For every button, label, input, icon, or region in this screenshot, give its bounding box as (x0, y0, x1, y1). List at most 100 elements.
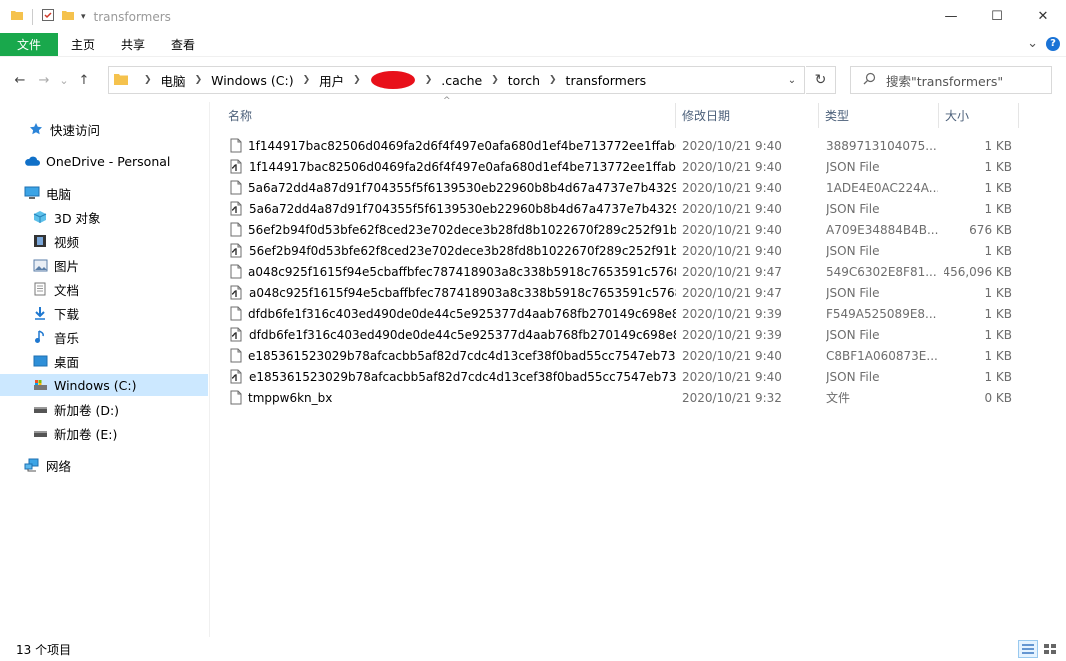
customize-quick-access-icon[interactable]: ▾ (81, 12, 86, 22)
refresh-button[interactable]: ↻ (806, 66, 836, 94)
file-row[interactable]: e185361523029b78afcacbb5af82d7cdc4d13cef… (222, 366, 1022, 387)
file-name-cell[interactable]: 5a6a72dd4a87d91f704355f5f6139530eb22960b… (230, 198, 676, 219)
breadcrumb-transformers[interactable]: transformers (566, 73, 647, 88)
file-name-cell[interactable]: tmppw6kn_bx (230, 387, 676, 408)
sidebar-item-downloads[interactable]: 下载 (0, 302, 208, 324)
breadcrumb-separator[interactable]: ❯ (195, 75, 203, 85)
back-button[interactable]: ← (8, 68, 32, 92)
column-header-date-modified[interactable]: 修改日期 (676, 103, 819, 128)
file-icon (230, 138, 242, 153)
breadcrumb-drive-c[interactable]: Windows (C:) (211, 73, 293, 88)
large-icons-view-button[interactable] (1040, 640, 1060, 658)
file-type: JSON File (826, 243, 880, 258)
breadcrumb-separator[interactable]: ❯ (425, 75, 433, 85)
expand-ribbon-icon[interactable]: ⌄ (1027, 36, 1038, 51)
sidebar-item-drive-e[interactable]: 新加卷 (E:) (0, 422, 208, 444)
picture-icon (32, 258, 48, 272)
file-name: 5a6a72dd4a87d91f704355f5f6139530eb22960b… (249, 201, 676, 216)
tab-view[interactable]: 查看 (158, 33, 208, 56)
sidebar-item-documents[interactable]: 文档 (0, 278, 208, 300)
film-icon (32, 234, 48, 248)
sidebar-item-drive-d[interactable]: 新加卷 (D:) (0, 398, 208, 420)
file-row[interactable]: 1f144917bac82506d0469fa2d6f4f497e0afa680… (222, 135, 1022, 156)
tab-file[interactable]: 文件 (0, 33, 58, 56)
file-row[interactable]: 1f144917bac82506d0469fa2d6f4f497e0afa680… (222, 156, 1022, 177)
maximize-button[interactable]: ☐ (974, 0, 1020, 33)
sidebar-item-onedrive[interactable]: OneDrive - Personal (0, 150, 208, 172)
tab-home[interactable]: 主页 (58, 33, 108, 56)
file-name-cell[interactable]: dfdb6fe1f316c403ed490de0de44c5e925377d4a… (230, 303, 676, 324)
file-row[interactable]: e185361523029b78afcacbb5af82d7cdc4d13cef… (222, 345, 1022, 366)
file-name-cell[interactable]: 56ef2b94f0d53bfe62f8ced23e702dece3b28fd8… (230, 240, 676, 261)
details-view-button[interactable] (1018, 640, 1038, 658)
search-box[interactable]: 搜索"transformers" (850, 66, 1052, 94)
search-input[interactable]: 搜索"transformers" (886, 71, 1003, 90)
file-row[interactable]: a048c925f1615f94e5cbaffbfec787418903a8c3… (222, 282, 1022, 303)
file-name-cell[interactable]: e185361523029b78afcacbb5af82d7cdc4d13cef… (230, 345, 676, 366)
file-name-cell[interactable]: 5a6a72dd4a87d91f704355f5f6139530eb22960b… (230, 177, 676, 198)
breadcrumb-username-redacted[interactable] (370, 70, 416, 90)
file-row[interactable]: dfdb6fe1f316c403ed490de0de44c5e925377d4a… (222, 303, 1022, 324)
breadcrumb-cache[interactable]: .cache (441, 73, 482, 88)
file-name-cell[interactable]: 1f144917bac82506d0469fa2d6f4f497e0afa680… (230, 135, 676, 156)
file-row[interactable]: a048c925f1615f94e5cbaffbfec787418903a8c3… (222, 261, 1022, 282)
breadcrumb-users[interactable]: 用户 (319, 71, 344, 90)
file-name: a048c925f1615f94e5cbaffbfec787418903a8c3… (249, 285, 676, 300)
file-row[interactable]: 5a6a72dd4a87d91f704355f5f6139530eb22960b… (222, 177, 1022, 198)
sidebar-item-3d-objects[interactable]: 3D 对象 (0, 206, 208, 228)
file-date: 2020/10/21 9:40 (682, 159, 782, 174)
file-list: 1f144917bac82506d0469fa2d6f4f497e0afa680… (222, 135, 1022, 408)
tab-share[interactable]: 共享 (108, 33, 158, 56)
help-icon[interactable]: ? (1046, 36, 1060, 51)
file-size: 1 KB (984, 348, 1012, 363)
sidebar-item-pictures[interactable]: 图片 (0, 254, 208, 276)
properties-icon[interactable] (41, 8, 55, 25)
breadcrumb-separator[interactable]: ❯ (144, 75, 152, 85)
breadcrumb-separator[interactable]: ❯ (353, 75, 361, 85)
column-header-name[interactable]: 名称 (222, 103, 676, 128)
file-name-cell[interactable]: e185361523029b78afcacbb5af82d7cdc4d13cef… (230, 366, 676, 387)
file-size: 1 KB (984, 180, 1012, 195)
file-name: dfdb6fe1f316c403ed490de0de44c5e925377d4a… (249, 327, 676, 342)
sidebar-item-computer[interactable]: 电脑 (0, 182, 208, 204)
sidebar-item-network[interactable]: 网络 (0, 454, 208, 476)
file-size: 0 KB (984, 390, 1012, 405)
download-icon (32, 306, 48, 320)
file-row[interactable]: dfdb6fe1f316c403ed490de0de44c5e925377d4a… (222, 324, 1022, 345)
file-name-cell[interactable]: a048c925f1615f94e5cbaffbfec787418903a8c3… (230, 282, 676, 303)
sidebar-item-drive-c[interactable]: Windows (C:) (0, 374, 208, 396)
recent-locations-button[interactable]: ⌄ (56, 68, 72, 92)
sidebar-item-music[interactable]: 音乐 (0, 326, 208, 348)
file-row[interactable]: tmppw6kn_bx 2020/10/21 9:32 文件 0 KB (222, 387, 1022, 408)
file-name: 1f144917bac82506d0469fa2d6f4f497e0afa680… (249, 159, 676, 174)
breadcrumb-separator[interactable]: ❯ (491, 75, 499, 85)
address-dropdown-icon[interactable]: ⌄ (780, 67, 804, 93)
sidebar-item-desktop[interactable]: 桌面 (0, 350, 208, 372)
forward-button[interactable]: → (32, 68, 56, 92)
file-name: e185361523029b78afcacbb5af82d7cdc4d13cef… (248, 348, 676, 363)
breadcrumb-torch[interactable]: torch (508, 73, 540, 88)
breadcrumb-separator[interactable]: ❯ (303, 75, 311, 85)
file-name: e185361523029b78afcacbb5af82d7cdc4d13cef… (249, 369, 676, 384)
sidebar-item-quick-access[interactable]: 快速访问 (0, 118, 208, 140)
file-row[interactable]: 56ef2b94f0d53bfe62f8ced23e702dece3b28fd8… (222, 219, 1022, 240)
address-bar[interactable]: ❯ 电脑 ❯ Windows (C:) ❯ 用户 ❯ ❯ .cache ❯ to… (108, 66, 805, 94)
file-row[interactable]: 5a6a72dd4a87d91f704355f5f6139530eb22960b… (222, 198, 1022, 219)
file-row[interactable]: 56ef2b94f0d53bfe62f8ced23e702dece3b28fd8… (222, 240, 1022, 261)
new-folder-icon[interactable] (61, 8, 75, 25)
breadcrumb-computer[interactable]: 电脑 (161, 71, 186, 90)
breadcrumb-separator[interactable]: ❯ (549, 75, 557, 85)
file-name-cell[interactable]: 56ef2b94f0d53bfe62f8ced23e702dece3b28fd8… (230, 219, 676, 240)
file-name-cell[interactable]: a048c925f1615f94e5cbaffbfec787418903a8c3… (230, 261, 676, 282)
file-type: JSON File (826, 159, 880, 174)
column-header-type[interactable]: 类型 (819, 103, 939, 128)
column-header-size[interactable]: 大小 (939, 103, 1019, 128)
sidebar-item-videos[interactable]: 视频 (0, 230, 208, 252)
file-name-cell[interactable]: 1f144917bac82506d0469fa2d6f4f497e0afa680… (230, 156, 676, 177)
up-button[interactable]: ↑ (72, 68, 96, 92)
close-button[interactable]: ✕ (1020, 0, 1066, 33)
json-file-icon (230, 243, 243, 258)
file-type: C8BF1A060873E... (826, 348, 938, 363)
minimize-button[interactable]: — (928, 0, 974, 33)
file-name-cell[interactable]: dfdb6fe1f316c403ed490de0de44c5e925377d4a… (230, 324, 676, 345)
